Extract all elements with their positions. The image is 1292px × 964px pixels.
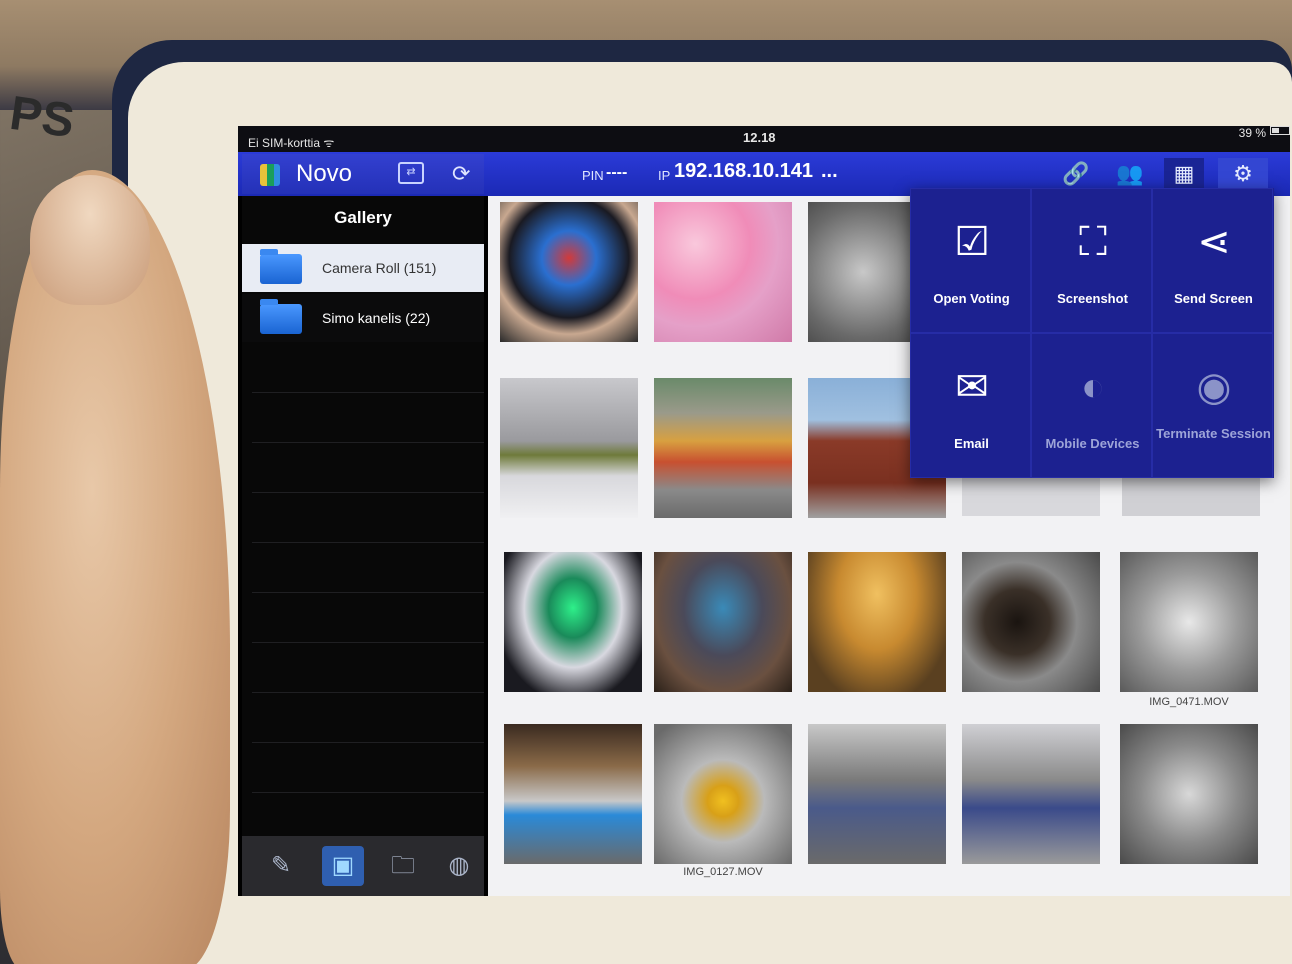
nav-brand-area: Novo ⇄ ⟳ (242, 154, 484, 194)
link-icon[interactable]: 🔗 (1056, 158, 1096, 190)
photo-thumbnail[interactable] (962, 552, 1100, 692)
tablet-screen: Ei SIM-korttia ᯤ 12.18 39 % Novo ⇄ ⟳ PIN… (238, 126, 1290, 896)
battery-percent: 39 % (1238, 126, 1266, 140)
video-caption: IMG_0127.MOV (683, 866, 763, 878)
status-bar: Ei SIM-korttia ᯤ 12.18 39 % (238, 126, 1290, 152)
photo-thumbnail[interactable] (808, 552, 946, 692)
checkbox-icon: ☑ (954, 220, 990, 264)
video-caption: IMG_0471.MOV (1149, 696, 1229, 708)
folder-label: Camera Roll (151) (322, 260, 437, 276)
photo-thumbnail[interactable] (808, 724, 946, 864)
gallery-sidebar: Gallery Camera Roll (151) Simo kanelis (… (242, 196, 484, 896)
more-button[interactable]: ... (821, 160, 838, 183)
ip-address: 192.168.10.141 (674, 160, 814, 182)
pin-value: ---- (606, 164, 628, 181)
settings-icon[interactable]: ⚙ (1218, 158, 1268, 190)
pop-label: Screenshot (1057, 291, 1128, 306)
photo-thumbnail[interactable] (654, 378, 792, 518)
folder-simo-kanelis[interactable]: Simo kanelis (22) (242, 294, 484, 342)
photo-thumbnail[interactable] (1120, 724, 1258, 864)
share-icon: ⋖ (1197, 220, 1231, 264)
pop-label: Terminate Session (1156, 426, 1271, 441)
users-icon[interactable]: 👥 (1110, 158, 1150, 190)
divider (252, 542, 484, 543)
screen-share-icon[interactable]: ⇄ (398, 162, 424, 184)
pop-label: Mobile Devices (1045, 436, 1140, 451)
photo-thumbnail[interactable] (962, 724, 1100, 864)
gallery-icon[interactable]: ▣ (322, 846, 364, 886)
clock: 12.18 (743, 130, 776, 145)
email-button[interactable]: ✉ Email (910, 333, 1031, 478)
pop-label: Send Screen (1174, 291, 1253, 306)
open-voting-button[interactable]: ☑ Open Voting (910, 188, 1031, 333)
carrier-text: Ei SIM-korttia ᯤ (248, 136, 335, 150)
divider (252, 392, 484, 393)
app-title: Novo (296, 160, 353, 187)
photo-thumbnail[interactable] (504, 552, 642, 692)
photo-thumbnail[interactable] (654, 552, 792, 692)
video-thumbnail[interactable] (1120, 552, 1258, 692)
pen-icon[interactable]: ✎ (260, 846, 302, 886)
divider (252, 442, 484, 443)
terminate-session-button[interactable]: ◉ Terminate Session (1152, 333, 1273, 478)
pin-label: PIN (582, 168, 604, 183)
video-thumbnail[interactable] (654, 724, 792, 864)
divider (252, 792, 484, 793)
actions-popover: ☑ Open Voting ⛶ Screenshot ⋖ Send Screen… (910, 188, 1274, 478)
email-icon: ✉ (955, 365, 989, 409)
photo-thumbnail[interactable] (504, 724, 642, 864)
bottom-toolbar: ✎ ▣ 🗀 ◍ (242, 836, 484, 896)
pop-label: Email (954, 436, 989, 451)
divider (252, 592, 484, 593)
screenshot-button[interactable]: ⛶ Screenshot (1031, 188, 1152, 333)
novo-logo-icon (260, 164, 280, 186)
terminate-icon: ◉ (1196, 365, 1232, 409)
photo-thumbnail[interactable] (654, 202, 792, 342)
folder-open-icon[interactable]: 🗀 (382, 846, 424, 886)
divider (252, 692, 484, 693)
pop-label: Open Voting (933, 291, 1010, 306)
folder-camera-roll[interactable]: Camera Roll (151) (242, 244, 484, 292)
photo-thumbnail[interactable] (500, 378, 638, 518)
divider (252, 492, 484, 493)
thumb (30, 175, 150, 305)
folder-icon (260, 249, 302, 284)
folder-icon (260, 299, 302, 334)
folder-label: Simo kanelis (22) (322, 310, 431, 326)
send-screen-button[interactable]: ⋖ Send Screen (1152, 188, 1273, 333)
photo-thumbnail[interactable] (500, 202, 638, 342)
refresh-icon[interactable]: ⟳ (452, 162, 476, 186)
mobile-devices-button[interactable]: ◐ Mobile Devices (1031, 333, 1152, 478)
battery-icon (1270, 126, 1290, 135)
divider (252, 742, 484, 743)
screenshot-icon: ⛶ (1079, 220, 1107, 264)
grid-icon[interactable]: ▦ (1164, 158, 1204, 190)
box-lettering: PS (6, 86, 78, 149)
mobile-devices-icon: ◐ (1080, 365, 1106, 409)
web-icon[interactable]: ◍ (438, 846, 480, 886)
divider (252, 642, 484, 643)
ip-label: IP (658, 168, 671, 183)
gallery-title: Gallery (334, 208, 392, 227)
